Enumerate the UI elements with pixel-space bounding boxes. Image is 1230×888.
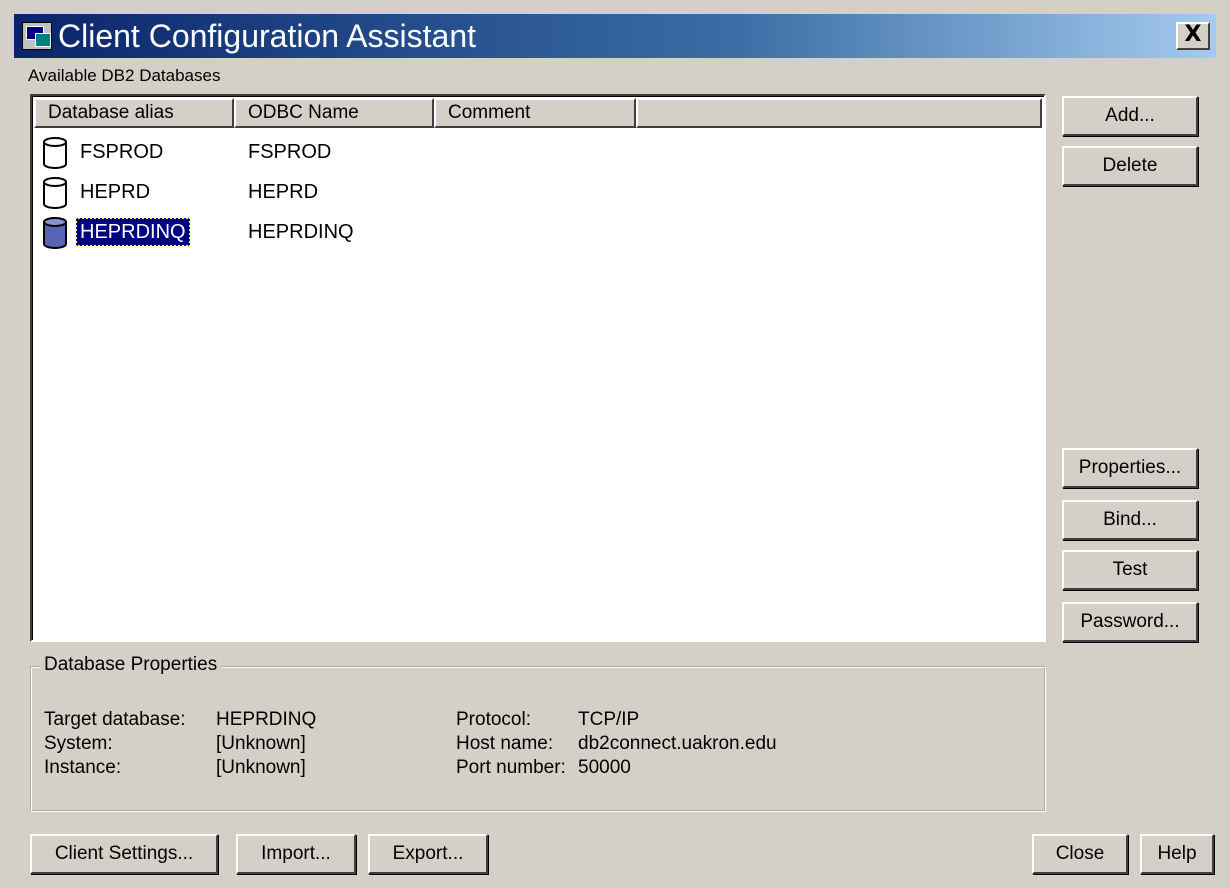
target-database-label: Target database: — [44, 709, 186, 730]
help-button[interactable]: Help — [1140, 834, 1214, 874]
client-settings-button[interactable]: Client Settings... — [30, 834, 218, 874]
list-caption: Available DB2 Databases — [28, 66, 221, 85]
port-number-label: Port number: — [456, 757, 566, 778]
instance-label: Instance: — [44, 757, 122, 778]
test-button[interactable]: Test — [1062, 550, 1198, 590]
add-button[interactable]: Add... — [1062, 96, 1198, 136]
properties-button[interactable]: Properties... — [1062, 448, 1198, 488]
database-list[interactable]: Database alias ODBC Name Comment FSPROD … — [30, 94, 1046, 642]
database-icon — [43, 137, 67, 169]
close-button[interactable]: Close — [1032, 834, 1128, 874]
column-header-odbc-name[interactable]: ODBC Name — [234, 98, 434, 128]
host-name-label: Host name: — [456, 733, 554, 754]
row-odbc-name: HEPRD — [248, 181, 319, 203]
database-icon-selected — [43, 217, 67, 249]
database-properties-legend: Database Properties — [40, 654, 222, 676]
list-row-heprd[interactable]: HEPRD HEPRD — [42, 174, 1042, 212]
password-button[interactable]: Password... — [1062, 602, 1198, 642]
port-number-value: 50000 — [578, 757, 631, 778]
row-odbc-name: FSPROD — [248, 141, 332, 163]
delete-button[interactable]: Delete — [1062, 146, 1198, 186]
column-header-comment[interactable]: Comment — [434, 98, 636, 128]
import-button[interactable]: Import... — [236, 834, 356, 874]
list-row-heprdinq[interactable]: HEPRDINQ HEPRDINQ — [42, 214, 1042, 252]
protocol-label: Protocol: — [456, 709, 531, 730]
export-button[interactable]: Export... — [368, 834, 488, 874]
window-title: Client Configuration Assistant — [58, 18, 476, 54]
system-value: [Unknown] — [216, 733, 306, 754]
column-header-database-alias[interactable]: Database alias — [34, 98, 234, 128]
row-odbc-name: HEPRDINQ — [248, 221, 354, 243]
row-alias-selected: HEPRDINQ — [75, 217, 191, 247]
row-alias: HEPRD — [80, 181, 151, 203]
database-icon — [43, 177, 67, 209]
close-window-button[interactable]: X — [1176, 22, 1210, 50]
title-bar[interactable]: Client Configuration Assistant X — [14, 14, 1216, 58]
system-label: System: — [44, 733, 113, 754]
bind-button[interactable]: Bind... — [1062, 500, 1198, 540]
instance-value: [Unknown] — [216, 757, 306, 778]
host-name-value: db2connect.uakron.edu — [578, 733, 777, 754]
target-database-value: HEPRDINQ — [216, 709, 317, 730]
row-alias: FSPROD — [80, 141, 164, 163]
column-header-blank — [636, 98, 1042, 128]
app-icon — [22, 22, 52, 50]
list-row-fsprod[interactable]: FSPROD FSPROD — [42, 134, 1042, 172]
protocol-value: TCP/IP — [578, 709, 640, 730]
